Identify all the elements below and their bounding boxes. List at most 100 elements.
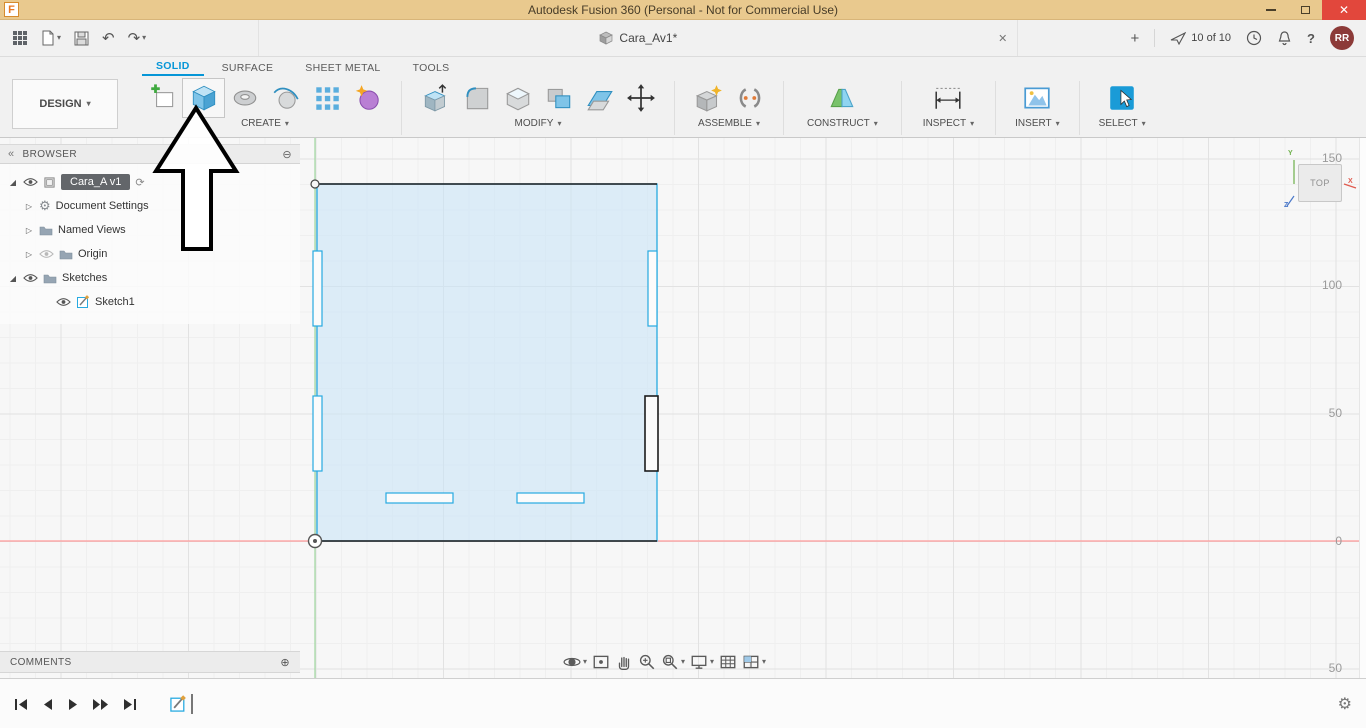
tab-close-icon[interactable]: ✕ (998, 32, 1007, 45)
go-to-start-button[interactable] (14, 698, 29, 711)
group-insert-label-row[interactable]: INSERT ▾ (1015, 118, 1060, 129)
sweep-button[interactable] (265, 79, 306, 117)
maximize-button[interactable] (1288, 0, 1322, 20)
sketch1-profile[interactable] (307, 179, 659, 549)
timeline-position-marker[interactable] (191, 694, 193, 714)
select-button[interactable] (1102, 79, 1143, 117)
undo-button[interactable]: ↶ (102, 29, 115, 47)
help-button[interactable]: ? (1307, 31, 1315, 46)
go-to-end-button[interactable] (122, 698, 137, 711)
create-sketch-button[interactable] (142, 79, 183, 117)
sketch-vertex-point[interactable] (310, 179, 320, 189)
group-inspect-label-row[interactable]: INSPECT ▾ (923, 118, 974, 129)
browser-collapse-all-icon[interactable]: ⊖ (282, 148, 292, 161)
app-launcher-button[interactable] (12, 30, 28, 46)
minimize-button[interactable] (1254, 0, 1288, 20)
tree-item-sketch1[interactable]: Sketch1 (0, 290, 300, 314)
step-forward-button[interactable] (92, 698, 109, 711)
tree-item-label[interactable]: Sketches (62, 272, 107, 284)
tree-item-sketches[interactable]: ◢ Sketches (0, 266, 300, 290)
move-copy-button[interactable] (620, 79, 661, 117)
tree-item-root-label[interactable]: Cara_A v1 (61, 174, 131, 190)
display-settings-button[interactable]: ▾ (690, 653, 714, 671)
group-select-label-row[interactable]: SELECT ▾ (1099, 118, 1146, 129)
group-modify-label-row[interactable]: MODIFY ▾ (515, 118, 562, 129)
visibility-eye-icon[interactable] (56, 297, 71, 307)
tree-item-label[interactable]: Named Views (58, 224, 126, 236)
expand-icon[interactable]: ▷ (24, 202, 34, 211)
pan-button[interactable] (615, 653, 633, 671)
joint-button[interactable] (729, 79, 770, 117)
measure-button[interactable] (928, 79, 969, 117)
press-pull-button[interactable] (415, 79, 456, 117)
fit-button[interactable]: ▾ (661, 653, 685, 671)
new-tab-button[interactable]: + (1131, 30, 1140, 47)
tree-item-document-settings[interactable]: ▷ ⚙ Document Settings (0, 194, 300, 218)
tree-item-root[interactable]: ◢ Cara_A v1 ⟳ (0, 170, 300, 194)
tree-item-label[interactable]: Document Settings (56, 200, 149, 212)
combine-button[interactable] (538, 79, 579, 117)
expand-icon[interactable]: ◢ (8, 178, 18, 187)
expand-icon[interactable]: ▷ (24, 226, 34, 235)
select-icon (1110, 86, 1134, 110)
workspace-selector[interactable]: DESIGN ▾ (12, 79, 118, 129)
axis-z-label: Z (1284, 202, 1289, 209)
file-menu-button[interactable]: ▾ (41, 30, 61, 46)
offset-face-button[interactable] (579, 79, 620, 117)
revolve-button[interactable] (224, 79, 265, 117)
visibility-eye-off-icon[interactable] (39, 249, 54, 259)
look-at-button[interactable] (592, 653, 610, 671)
tab-sheet-metal[interactable]: SHEET METAL (291, 60, 394, 76)
visibility-eye-icon[interactable] (23, 177, 38, 187)
zoom-button[interactable] (638, 653, 656, 671)
comments-expand-icon[interactable]: ⊕ (280, 656, 290, 669)
group-construct: CONSTRUCT ▾ (791, 79, 894, 129)
grid-layout-button[interactable] (719, 653, 737, 671)
rectangular-pattern-button[interactable] (306, 79, 347, 117)
group-create-label-row[interactable]: CREATE ▾ (241, 118, 289, 129)
group-construct-label-row[interactable]: CONSTRUCT ▾ (807, 118, 878, 129)
play-button[interactable] (67, 698, 79, 711)
construct-plane-button[interactable] (822, 79, 863, 117)
tab-solid[interactable]: SOLID (142, 58, 204, 76)
tree-item-label[interactable]: Sketch1 (95, 296, 135, 308)
new-component-button[interactable] (688, 79, 729, 117)
viewcube-top-face[interactable]: TOP (1298, 164, 1342, 202)
create-form-button[interactable] (347, 79, 388, 117)
canvas-scrollbar[interactable] (1359, 138, 1366, 678)
document-tab[interactable]: Cara_Av1* ✕ (258, 20, 1019, 56)
history-button[interactable] (1246, 30, 1262, 46)
viewcube[interactable]: TOP Y X Z (1282, 150, 1360, 214)
expand-icon[interactable]: ▷ (24, 250, 34, 259)
orbit-button[interactable]: ▾ (563, 653, 587, 671)
ruler-label-50: 50 (1328, 406, 1342, 420)
expand-icon[interactable]: ◢ (8, 274, 18, 283)
component-icon (44, 176, 55, 188)
step-back-button[interactable] (42, 698, 54, 711)
fillet-button[interactable] (456, 79, 497, 117)
timeline-settings-gear-icon[interactable]: ⚙ (1338, 694, 1352, 714)
browser-header[interactable]: « BROWSER ⊖ (0, 144, 300, 164)
save-button[interactable] (74, 31, 89, 46)
tab-tools[interactable]: TOOLS (399, 60, 464, 76)
extrude-button[interactable] (182, 78, 225, 118)
shell-button[interactable] (497, 79, 538, 117)
insert-canvas-button[interactable] (1017, 79, 1058, 117)
viewports-button[interactable]: ▾ (742, 653, 766, 671)
tree-item-label[interactable]: Origin (78, 248, 107, 260)
close-button[interactable]: ✕ (1322, 0, 1366, 20)
user-avatar[interactable]: RR (1330, 26, 1354, 50)
browser-collapse-icon[interactable]: « (8, 148, 15, 160)
sweep-icon (273, 87, 299, 109)
redo-button[interactable]: ↷ ▾ (128, 29, 147, 47)
tree-item-origin[interactable]: ▷ Origin (0, 242, 300, 266)
tab-surface[interactable]: SURFACE (208, 60, 288, 76)
notifications-button[interactable] (1277, 30, 1292, 46)
settings-gear-icon: ⚙ (39, 198, 51, 213)
visibility-eye-icon[interactable] (23, 273, 38, 283)
comments-panel[interactable]: COMMENTS ⊕ (0, 651, 300, 673)
timeline-feature-sketch1[interactable] (169, 694, 193, 714)
group-assemble-label-row[interactable]: ASSEMBLE ▾ (698, 118, 760, 129)
tree-item-named-views[interactable]: ▷ Named Views (0, 218, 300, 242)
job-status-button[interactable]: 10 of 10 (1170, 31, 1231, 45)
